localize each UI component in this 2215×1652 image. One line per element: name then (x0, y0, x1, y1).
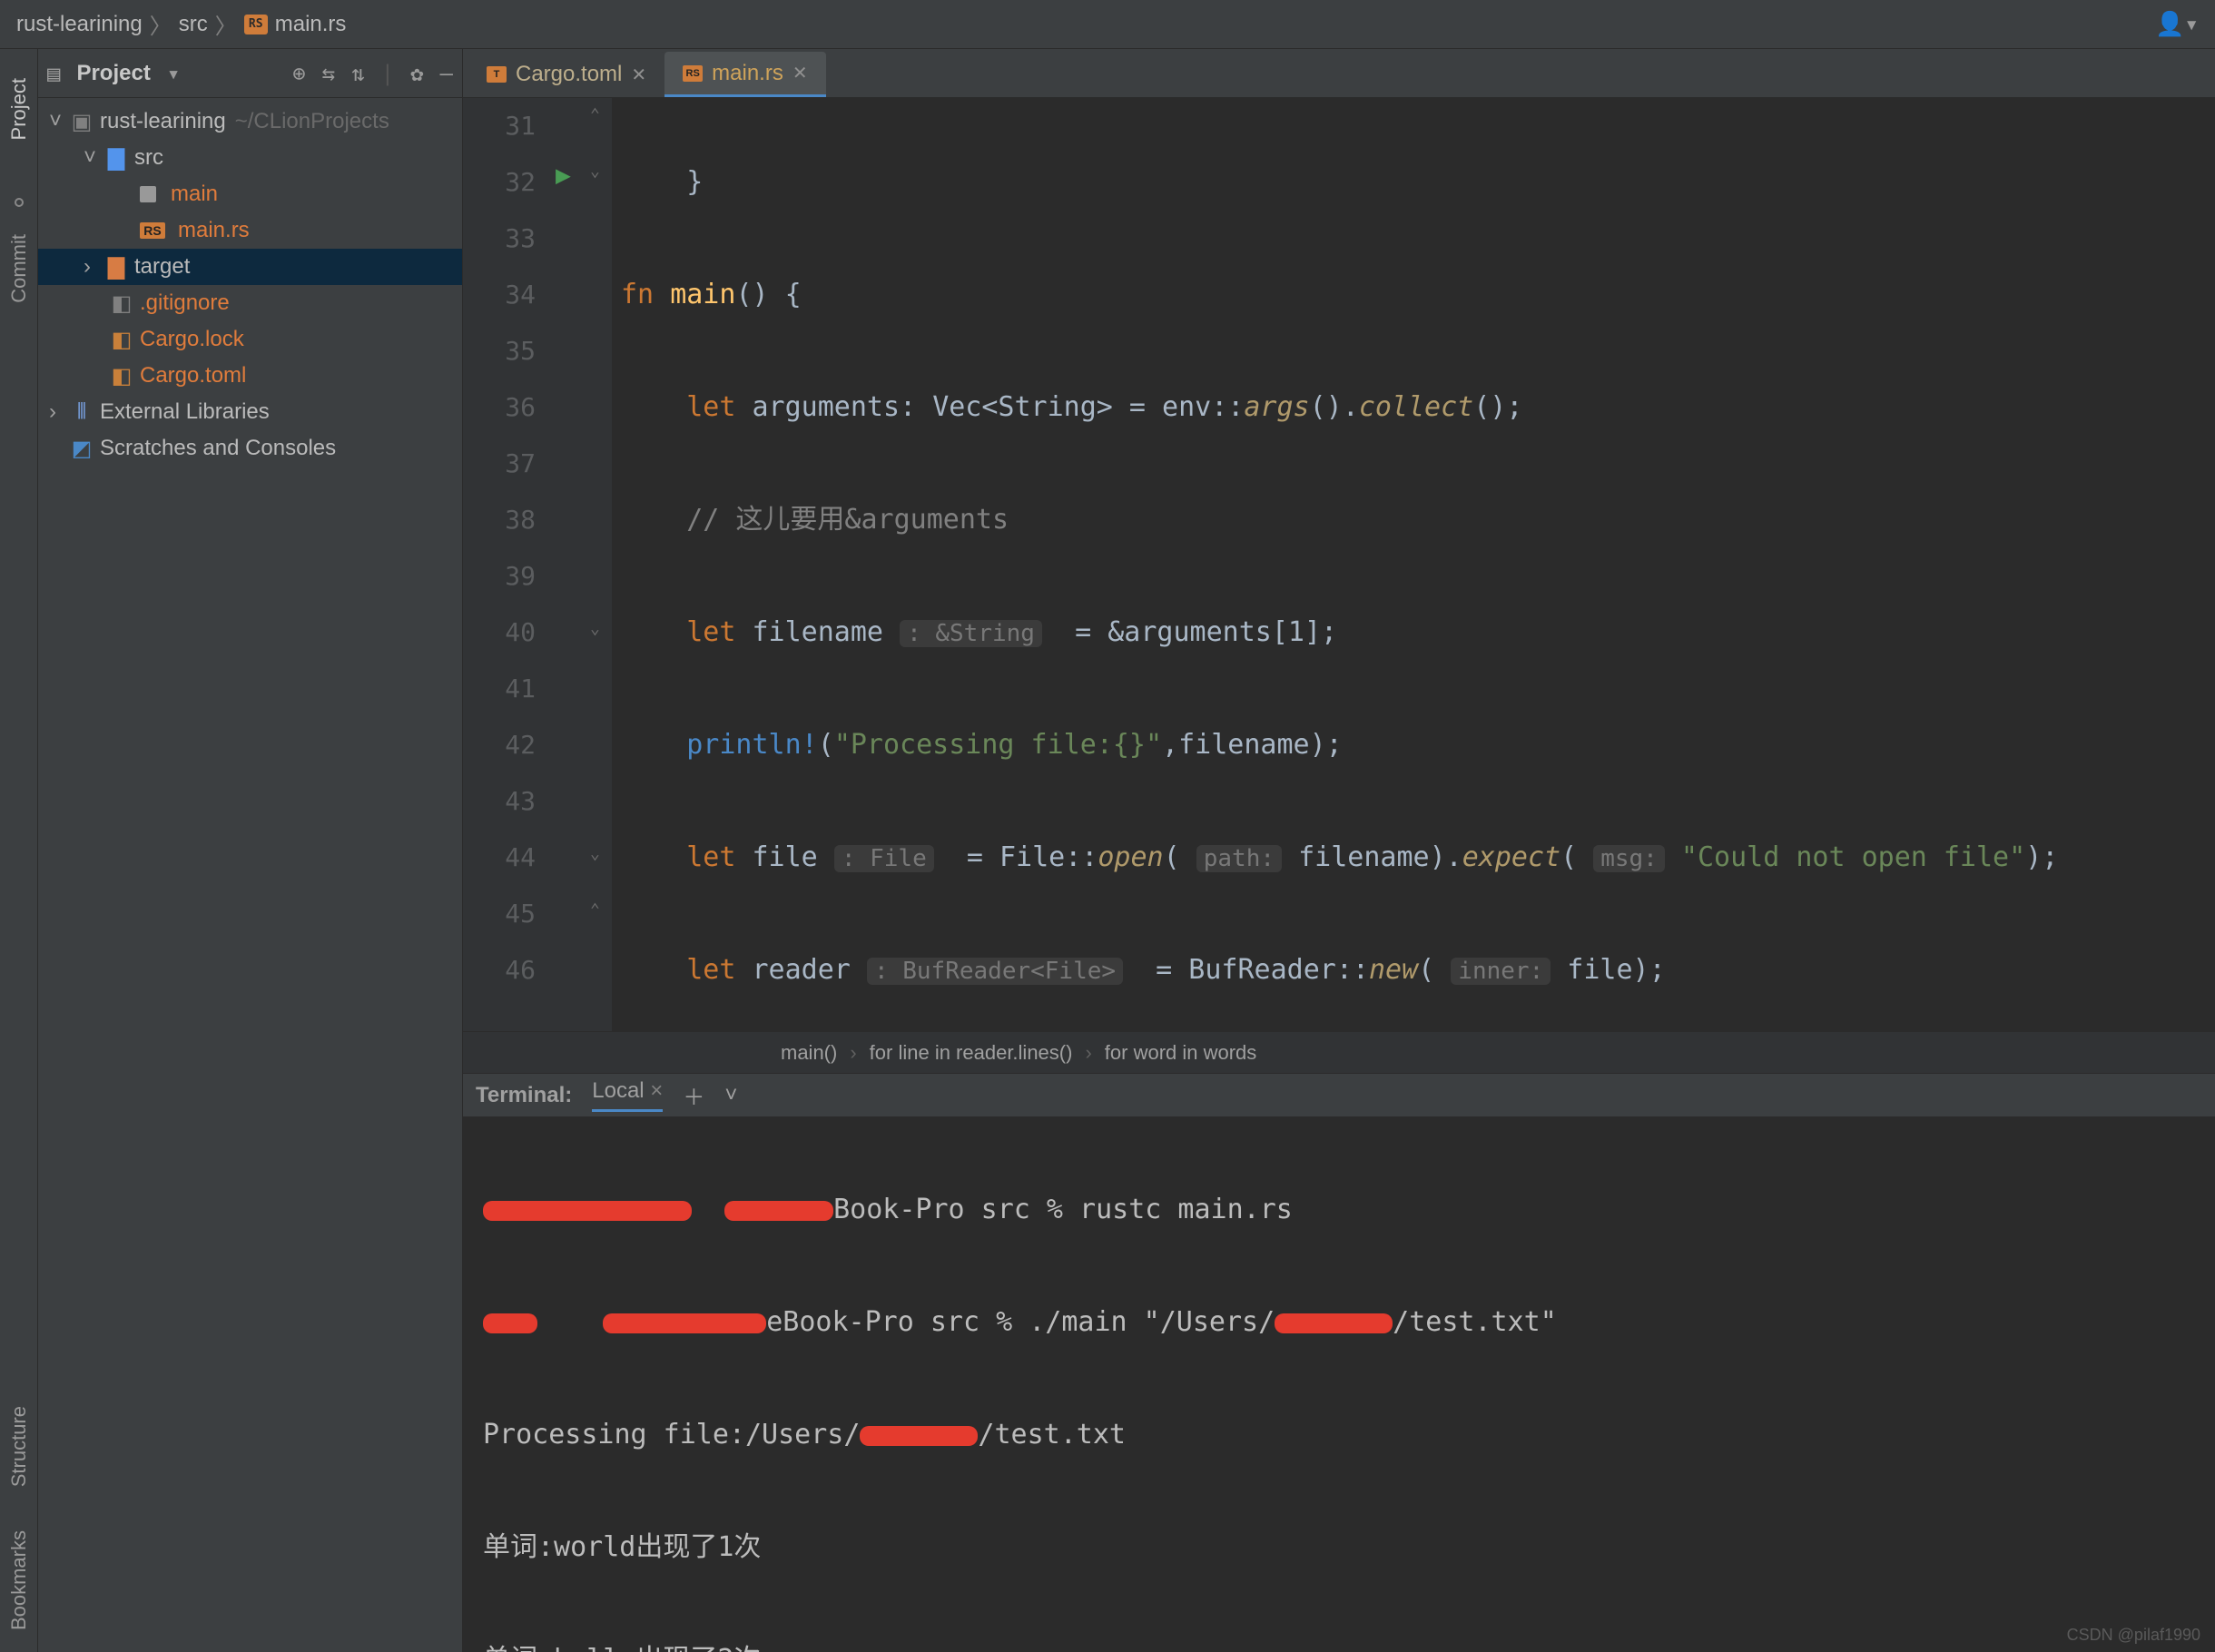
expand-all-icon[interactable]: ⇆ (322, 61, 335, 86)
project-tree: ˅▣rust-learining~/CLionProjects ˅▇src ma… (38, 98, 462, 1652)
code-editor[interactable]: 31323334 35363738 39404142 43444546 ▶ ⌃ … (463, 98, 2215, 1031)
rust-file-icon: RS (244, 15, 268, 34)
tab-main-rs[interactable]: RSmain.rs✕ (664, 52, 825, 97)
tree-src[interactable]: ˅▇src (38, 140, 462, 176)
project-view-icon[interactable]: ▤ (47, 61, 60, 86)
chevron-down-icon[interactable]: ˅ (724, 1083, 737, 1108)
navigation-bar: rust-learining 〉 src 〉 RS main.rs 👤▾ (0, 0, 2215, 49)
code-content[interactable]: } fn main() { let arguments: Vec<String>… (612, 98, 2215, 1031)
tab-cargo-toml[interactable]: TCargo.toml✕ (468, 52, 664, 97)
project-title: Project (76, 61, 150, 86)
rail-project[interactable]: Project (7, 78, 31, 140)
tool-rail: Project Commit Structure Bookmarks (0, 49, 38, 1652)
terminal-header: Terminal: Local × ＋ ˅ (463, 1073, 2215, 1116)
breadcrumb-file[interactable]: main.rs (275, 12, 347, 37)
hide-icon[interactable]: — (440, 61, 453, 86)
tree-external-libs[interactable]: ›⫴External Libraries (38, 394, 462, 430)
tree-root[interactable]: ˅▣rust-learining~/CLionProjects (38, 103, 462, 140)
collapse-all-icon[interactable]: ⇅ (351, 61, 364, 86)
settings-icon[interactable]: ✿ (410, 61, 423, 86)
project-panel: ▤ Project ▾ ⊕ ⇆ ⇅ | ✿ — ˅▣rust-learining… (38, 49, 463, 1652)
terminal-title: Terminal: (476, 1083, 572, 1108)
terminal-tab-local[interactable]: Local × (592, 1078, 663, 1112)
editor-breadcrumbs: main()› for line in reader.lines()› for … (463, 1031, 2215, 1073)
editor-tabs: TCargo.toml✕ RSmain.rs✕ (463, 49, 2215, 98)
breadcrumb-project[interactable]: rust-learining (16, 12, 143, 37)
project-header: ▤ Project ▾ ⊕ ⇆ ⇅ | ✿ — (38, 49, 462, 98)
tree-target[interactable]: ›▇target (38, 249, 462, 285)
tree-cargo-lock[interactable]: ◧Cargo.lock (38, 321, 462, 358)
tree-main-bin[interactable]: main (38, 176, 462, 212)
rust-file-icon: RS (683, 65, 703, 82)
crumb-for-line[interactable]: for line in reader.lines() (870, 1041, 1073, 1065)
close-icon[interactable]: × (650, 1078, 663, 1103)
tree-cargo-toml[interactable]: ◧Cargo.toml (38, 358, 462, 394)
rail-structure[interactable]: Structure (7, 1406, 31, 1487)
rail-commit[interactable]: Commit (7, 234, 31, 303)
run-icon[interactable]: ▶ (556, 160, 571, 190)
new-terminal-icon[interactable]: ＋ (683, 1079, 704, 1111)
breadcrumb-folder[interactable]: src (179, 12, 208, 37)
select-opened-file-icon[interactable]: ⊕ (292, 61, 305, 86)
chevron-down-icon[interactable]: ▾ (167, 61, 180, 86)
watermark: CSDN @pilaf1990 (2067, 1626, 2200, 1645)
tree-main-rs[interactable]: RSmain.rs (38, 212, 462, 249)
terminal-output[interactable]: Book-Pro src % rustc main.rs eBook-Pro s… (463, 1116, 2215, 1652)
run-gutter: ▶ (548, 98, 586, 1031)
crumb-for-word[interactable]: for word in words (1105, 1041, 1257, 1065)
chevron-right-icon: 〉 (215, 8, 237, 40)
toml-file-icon: T (487, 66, 507, 83)
rail-bookmarks[interactable]: Bookmarks (7, 1530, 31, 1630)
fold-gutter: ⌃ ⌄ ⌄ ⌄ ⌃ (586, 98, 612, 1031)
crumb-main[interactable]: main() (781, 1041, 837, 1065)
tree-scratches[interactable]: ◩Scratches and Consoles (38, 430, 462, 467)
close-icon[interactable]: ✕ (631, 64, 646, 86)
close-icon[interactable]: ✕ (792, 62, 808, 84)
line-gutter: 31323334 35363738 39404142 43444546 (463, 98, 548, 1031)
tree-gitignore[interactable]: ◧.gitignore (38, 285, 462, 321)
chevron-right-icon: 〉 (150, 8, 172, 40)
commit-icon[interactable] (15, 198, 24, 207)
user-menu-button[interactable]: 👤▾ (2155, 11, 2199, 38)
